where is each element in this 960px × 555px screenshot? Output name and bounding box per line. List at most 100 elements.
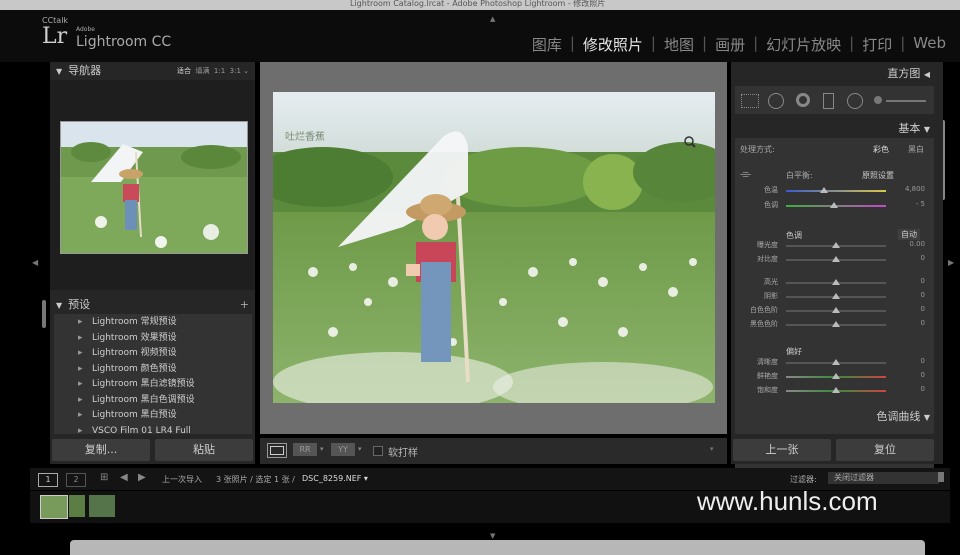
collapse-triangle-icon: ▼ — [56, 67, 63, 76]
wb-dropdown[interactable]: 原照设置 — [862, 170, 894, 181]
temp-value[interactable]: 4,800 — [895, 185, 925, 193]
add-preset-icon[interactable]: + — [240, 296, 249, 314]
tint-value[interactable]: - 5 — [895, 200, 925, 208]
preset-folder[interactable]: Lightroom 黑白色调预设 — [58, 393, 253, 409]
contrast-value[interactable]: 0 — [895, 254, 925, 262]
preset-folder[interactable]: Lightroom 常规预设 — [58, 315, 253, 331]
blacks-value[interactable]: 0 — [895, 319, 925, 327]
forward-arrow-icon[interactable]: ▶ — [138, 472, 146, 483]
module-tab[interactable]: 图库 — [530, 34, 564, 55]
zoom-icon[interactable] — [684, 136, 696, 148]
expand-triangle-icon: ◀ — [923, 70, 930, 79]
module-tab[interactable]: 地图 — [662, 34, 696, 55]
shadows-slider-handle[interactable] — [832, 293, 840, 299]
module-tab[interactable]: 打印 — [860, 34, 894, 55]
filter-lock-icon[interactable] — [938, 472, 944, 482]
blacks-slider-handle[interactable] — [832, 321, 840, 327]
before-after-split-icon[interactable]: YY — [331, 443, 355, 456]
module-separator: | — [702, 34, 708, 52]
before-after-dropdown-icon[interactable]: ▾ — [320, 445, 324, 453]
module-tab[interactable]: 画册 — [713, 34, 747, 55]
left-scrollbar[interactable] — [42, 300, 46, 328]
loupe-view-icon[interactable] — [267, 443, 287, 458]
photo-image — [273, 92, 715, 403]
copy-button[interactable]: 复制... — [52, 439, 150, 461]
exposure-slider-handle[interactable] — [832, 242, 840, 248]
crop-tool-icon[interactable] — [741, 94, 759, 108]
adjustment-brush-icon[interactable] — [874, 96, 928, 104]
filmstrip-thumbnail[interactable] — [40, 495, 68, 519]
module-tab[interactable]: 修改照片 — [581, 34, 645, 55]
module-separator: | — [650, 34, 656, 52]
module-tab[interactable]: 幻灯片放映 — [764, 34, 843, 55]
previous-button[interactable]: 上一张 — [733, 439, 831, 461]
clarity-slider-handle[interactable] — [832, 359, 840, 365]
zoom-options[interactable]: 适合 填满 1:1 3:1 ⌄ — [177, 62, 249, 80]
grid-view-icon[interactable]: ⊞ — [100, 472, 108, 483]
saturation-label: 饱和度 — [757, 386, 778, 394]
saturation-slider-handle[interactable] — [832, 387, 840, 393]
toolbar-menu-icon[interactable]: ▾ — [710, 445, 714, 453]
vibrance-value[interactable]: 0 — [895, 371, 925, 379]
module-picker: 图库 | 修改照片 | 地图 | 画册 | 幻灯片放映 | 打印 | Web — [530, 34, 948, 55]
collapse-triangle-icon: ▼ — [923, 125, 930, 134]
filmstrip-thumbnail[interactable] — [69, 495, 85, 517]
presets-header[interactable]: ▼ 预设 + — [50, 296, 255, 314]
shadows-value[interactable]: 0 — [895, 291, 925, 299]
spot-removal-icon[interactable] — [768, 93, 784, 109]
tint-slider-handle[interactable] — [830, 202, 838, 208]
lr-logo: Lr — [42, 24, 68, 49]
top-panel-toggle-icon[interactable]: ▲ — [490, 15, 495, 23]
collapse-triangle-icon: ▼ — [56, 301, 63, 310]
navigator-header[interactable]: ▼ 导航器 适合 填满 1:1 3:1 ⌄ — [50, 62, 255, 80]
presence-title: 偏好 — [786, 347, 802, 356]
saturation-value[interactable]: 0 — [895, 385, 925, 393]
tone-curve-header[interactable]: 色调曲线 ▼ — [731, 406, 936, 424]
bottom-panel-toggle-icon[interactable]: ▼ — [490, 532, 495, 540]
exposure-value[interactable]: 0.00 — [895, 240, 925, 248]
radial-filter-icon[interactable] — [847, 93, 863, 109]
right-panel-toggle-icon[interactable]: ▶ — [948, 258, 954, 267]
softproof-checkbox[interactable] — [373, 446, 383, 456]
clarity-value[interactable]: 0 — [895, 357, 925, 365]
contrast-slider-handle[interactable] — [832, 256, 840, 262]
left-panel-toggle-icon[interactable]: ◀ — [32, 258, 38, 267]
treatment-color-option[interactable]: 彩色 — [873, 144, 889, 155]
temp-slider-handle[interactable] — [820, 187, 828, 193]
collapse-triangle-icon: ▼ — [923, 413, 930, 422]
whites-slider-handle[interactable] — [832, 307, 840, 313]
screen-2-button[interactable]: 2 — [66, 473, 86, 487]
filename-dropdown[interactable]: DSC_8259.NEF ▾ — [302, 474, 368, 483]
basic-header[interactable]: 基本 ▼ — [731, 119, 936, 137]
filmstrip-thumbnail[interactable] — [89, 495, 115, 517]
treatment-bw-option[interactable]: 黑白 — [908, 144, 924, 155]
histogram-header[interactable]: 直方图 ◀ — [731, 62, 936, 82]
before-after-icon[interactable]: RR — [293, 443, 317, 456]
vibrance-slider-handle[interactable] — [832, 373, 840, 379]
preset-folder[interactable]: Lightroom 颜色预设 — [58, 362, 253, 378]
main-photo[interactable] — [273, 92, 715, 403]
screen-1-button[interactable]: 1 — [38, 473, 58, 487]
split-dropdown-icon[interactable]: ▾ — [358, 445, 362, 453]
eyedropper-icon[interactable]: ⌯ — [740, 166, 756, 186]
whites-value[interactable]: 0 — [895, 305, 925, 313]
filter-dropdown[interactable]: 关闭过滤器 — [828, 472, 939, 484]
module-separator: | — [569, 34, 575, 52]
temp-slider[interactable] — [786, 190, 886, 192]
auto-tone-button[interactable]: 自动 — [898, 229, 920, 240]
paste-button[interactable]: 粘贴 — [155, 439, 253, 461]
preset-folder[interactable]: Lightroom 黑白滤镜预设 — [58, 377, 253, 393]
highlights-value[interactable]: 0 — [895, 277, 925, 285]
red-eye-icon[interactable] — [796, 93, 810, 107]
preset-folder[interactable]: Lightroom 效果预设 — [58, 331, 253, 347]
back-arrow-icon[interactable]: ◀ — [120, 472, 128, 483]
reset-button[interactable]: 复位 — [836, 439, 934, 461]
navigator-thumbnail[interactable] — [60, 121, 248, 254]
module-tab[interactable]: Web — [911, 34, 948, 55]
highlights-slider-handle[interactable] — [832, 279, 840, 285]
highlights-label: 高光 — [764, 278, 778, 286]
source-label[interactable]: 上一次导入 — [162, 474, 202, 485]
preset-folder[interactable]: Lightroom 黑白预设 — [58, 408, 253, 424]
graduated-filter-icon[interactable] — [823, 93, 834, 109]
preset-folder[interactable]: Lightroom 视频预设 — [58, 346, 253, 362]
